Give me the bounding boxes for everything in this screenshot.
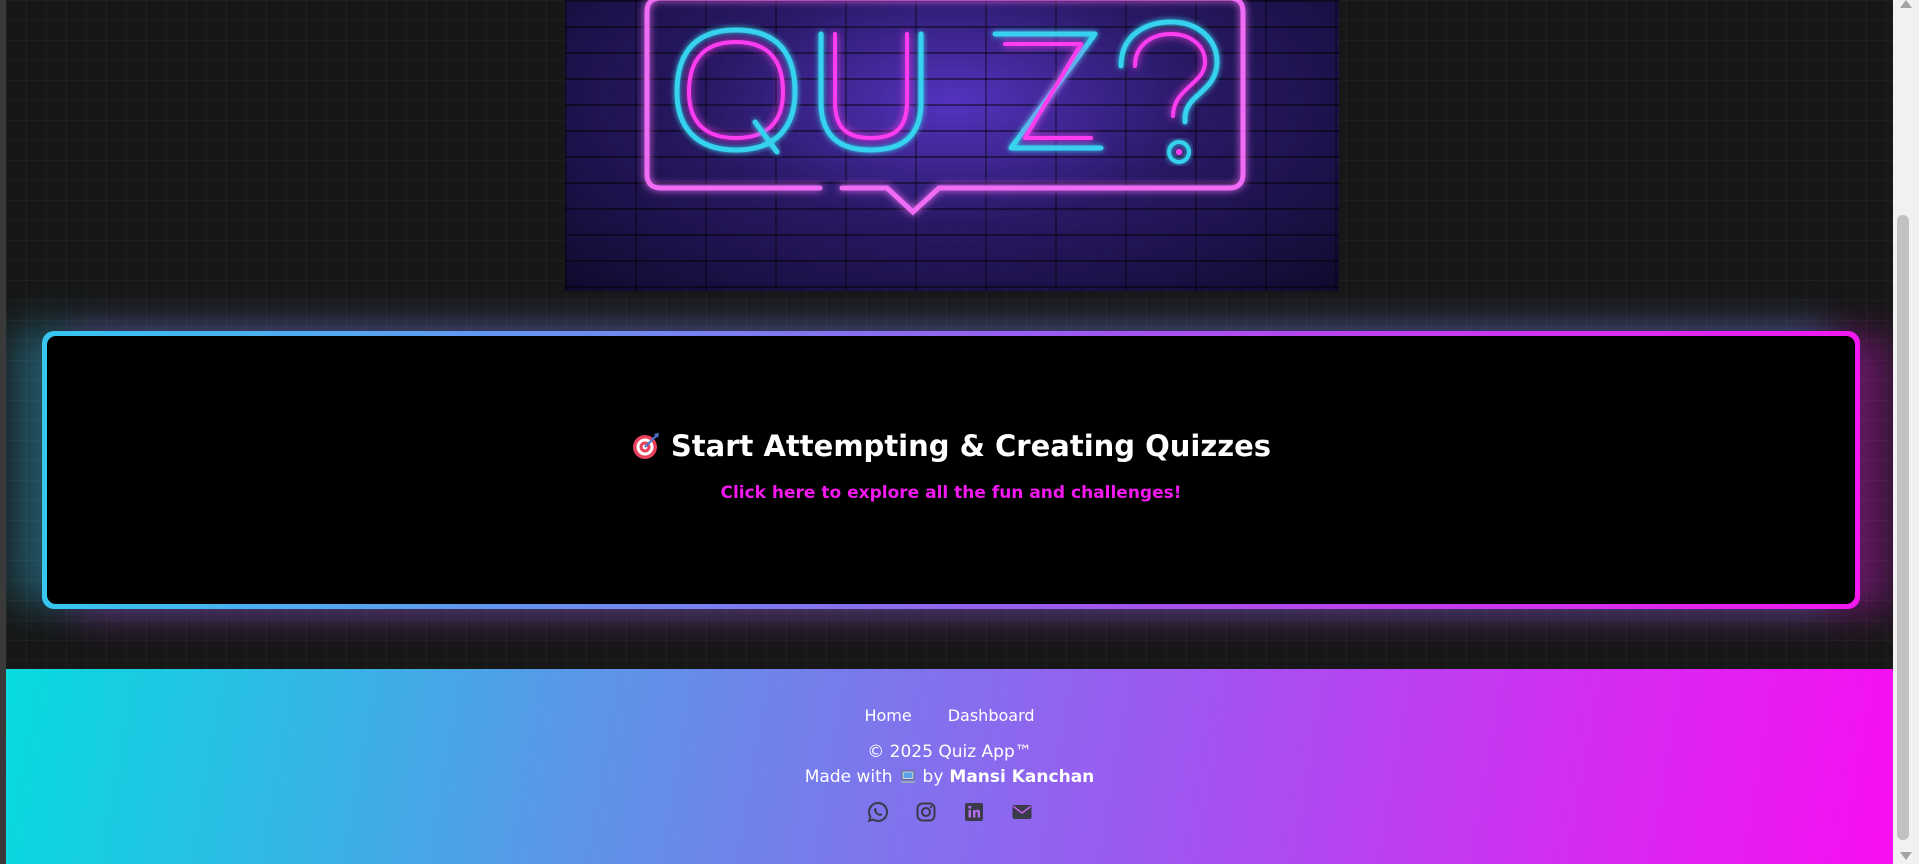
whatsapp-icon <box>867 801 888 823</box>
footer-link-home[interactable]: Home <box>864 706 911 725</box>
linkedin-icon <box>964 803 983 821</box>
copyright-text: © 2025 Quiz App™ <box>867 742 1032 762</box>
footer: Home Dashboard © 2025 Quiz App™ Made wit… <box>6 669 1893 864</box>
linkedin-link[interactable] <box>961 799 987 825</box>
cta-title: Start Attempting & Creating Quizzes <box>670 429 1272 463</box>
made-with-prefix: Made with <box>804 767 893 787</box>
footer-nav: Home Dashboard <box>864 706 1034 725</box>
whatsapp-link[interactable] <box>865 799 891 825</box>
footer-link-dashboard[interactable]: Dashboard <box>948 706 1035 725</box>
scroll-down-arrow-icon[interactable] <box>1900 852 1912 860</box>
made-with-by: by <box>922 767 944 787</box>
made-with-line: Made with by Mansi Kanchan <box>805 767 1095 787</box>
social-links <box>865 799 1035 825</box>
start-quiz-card[interactable]: Start Attempting & Creating Quizzes Clic… <box>47 336 1855 604</box>
scrollbar-thumb[interactable] <box>1897 215 1909 840</box>
cta-subtitle-link[interactable]: Click here to explore all the fun and ch… <box>720 483 1181 503</box>
instagram-link[interactable] <box>913 799 939 825</box>
cta-title-row: Start Attempting & Creating Quizzes <box>631 429 1271 463</box>
page: Start Attempting & Creating Quizzes Clic… <box>6 0 1893 864</box>
author-name: Mansi Kanchan <box>949 767 1095 787</box>
scroll-up-arrow-icon[interactable] <box>1900 0 1912 8</box>
target-icon <box>632 433 659 459</box>
laptop-icon <box>899 770 916 783</box>
hero-image <box>565 0 1339 291</box>
email-icon <box>1012 805 1031 819</box>
email-link[interactable] <box>1009 799 1035 825</box>
quiz-neon-sign <box>644 0 1246 216</box>
instagram-icon <box>916 802 935 822</box>
